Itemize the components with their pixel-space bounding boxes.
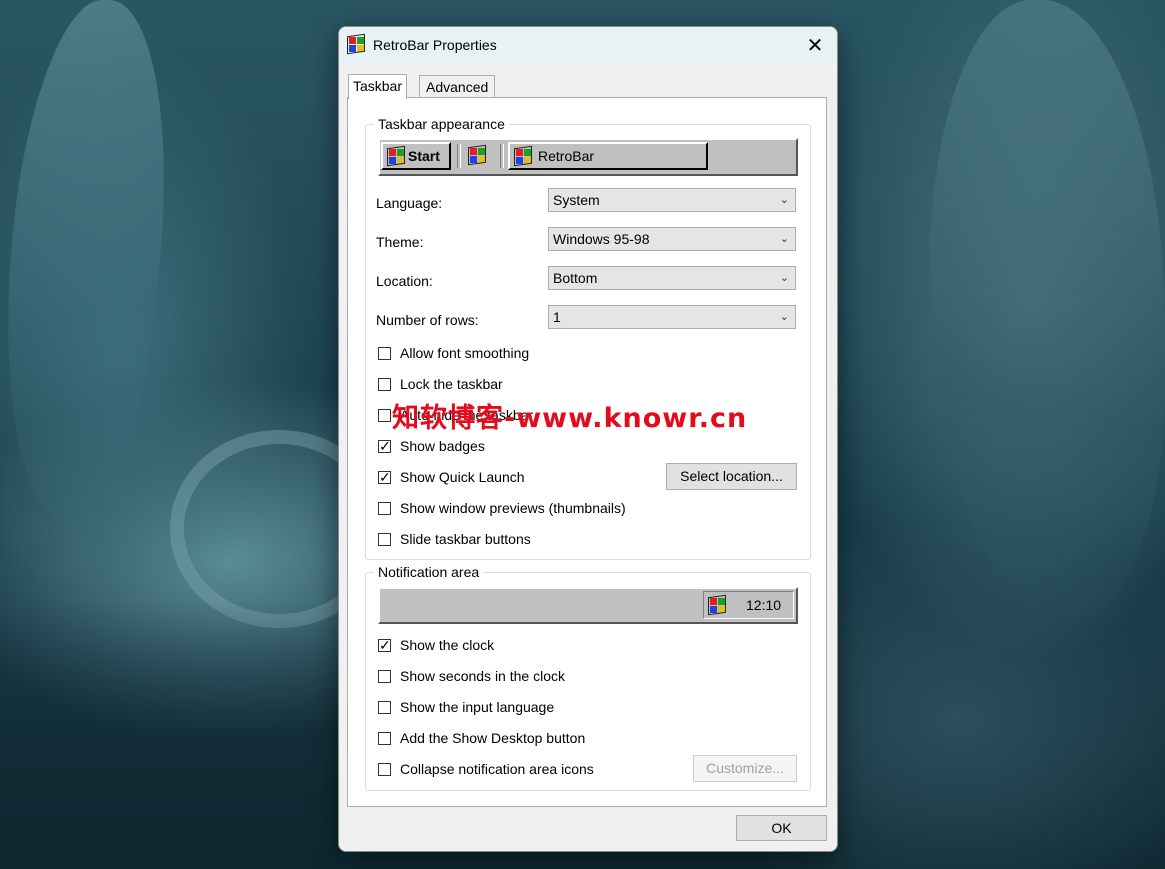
checkbox-label: Show the clock — [400, 637, 495, 653]
close-icon[interactable]: ✕ — [795, 31, 835, 59]
checkbox-label: Show seconds in the clock — [400, 668, 565, 684]
checkbox-box[interactable] — [378, 700, 391, 714]
preview-tray: 12:10 — [703, 591, 794, 619]
checkbox-input-language[interactable]: Show the input language — [378, 699, 554, 715]
checkbox-box[interactable] — [378, 669, 391, 683]
preview-task-label: RetroBar — [538, 148, 595, 164]
checkbox-box[interactable] — [378, 439, 391, 453]
checkbox-font-smoothing[interactable]: Allow font smoothing — [378, 345, 529, 361]
taskbar-appearance-group: Taskbar appearance Start RetroBar Langua… — [365, 116, 811, 560]
taskbar-appearance-label: Taskbar appearance — [374, 116, 509, 132]
chevron-down-icon: ⌄ — [779, 272, 789, 284]
chevron-down-icon: ⌄ — [779, 233, 789, 245]
preview-separator — [500, 144, 504, 168]
tray-clock: 12:10 — [746, 597, 782, 613]
wallpaper-rock-right — [930, 0, 1165, 620]
checkbox-label: Show the input language — [400, 699, 555, 715]
checkbox-label: Allow font smoothing — [400, 345, 530, 361]
tray-retrobar-icon — [708, 594, 726, 617]
theme-label: Theme: — [376, 234, 424, 250]
ok-button[interactable]: OK — [736, 815, 827, 841]
preview-start-button: Start — [381, 142, 451, 170]
checkbox-box[interactable] — [378, 762, 391, 776]
checkbox-collapse-icons[interactable]: Collapse notification area icons — [378, 761, 594, 777]
watermark-text: 知软博客-www.knowr.cn — [392, 403, 748, 434]
window-title: RetroBar Properties — [373, 37, 497, 53]
preview-separator — [457, 144, 461, 168]
title-bar[interactable]: RetroBar Properties ✕ — [339, 27, 837, 64]
theme-value: Windows 95-98 — [553, 231, 650, 247]
rows-label: Number of rows: — [376, 312, 479, 328]
taskbar-preview: Start RetroBar — [378, 138, 798, 176]
wallpaper-rock-left — [0, 0, 188, 520]
checkbox-box[interactable] — [378, 470, 391, 484]
checkbox-box[interactable] — [378, 501, 391, 515]
language-label: Language: — [376, 195, 443, 211]
checkbox-show-clock[interactable]: Show the clock — [378, 637, 494, 653]
tab-panel-taskbar: Taskbar appearance Start RetroBar Langua… — [347, 97, 827, 807]
checkbox-label: Lock the taskbar — [400, 376, 503, 392]
checkbox-label: Show badges — [400, 438, 485, 454]
checkbox-label: Show window previews (thumbnails) — [400, 500, 626, 516]
theme-select[interactable]: Windows 95-98 ⌄ — [548, 227, 796, 251]
chevron-down-icon: ⌄ — [779, 311, 789, 323]
checkbox-label: Slide taskbar buttons — [400, 531, 531, 547]
checkbox-slide-buttons[interactable]: Slide taskbar buttons — [378, 531, 531, 547]
checkbox-box[interactable] — [378, 346, 391, 360]
language-value: System — [553, 192, 600, 208]
retrobar-app-icon — [347, 33, 367, 55]
checkbox-box[interactable] — [378, 532, 391, 546]
checkbox-label: Collapse notification area icons — [400, 761, 594, 777]
rows-select[interactable]: 1 ⌄ — [548, 305, 796, 329]
checkbox-lock-taskbar[interactable]: Lock the taskbar — [378, 376, 503, 392]
retrobar-task-icon — [514, 145, 532, 167]
location-select[interactable]: Bottom ⌄ — [548, 266, 796, 290]
preview-task-button: RetroBar — [508, 142, 708, 170]
language-select[interactable]: System ⌄ — [548, 188, 796, 212]
preview-start-label: Start — [408, 148, 440, 164]
notification-area-group: Notification area 12:10 Show the clock S… — [365, 564, 811, 791]
notification-preview: 12:10 — [378, 587, 798, 624]
tab-taskbar[interactable]: Taskbar — [348, 74, 407, 99]
wallpaper-shadow — [0, 600, 340, 869]
location-value: Bottom — [553, 270, 598, 286]
checkbox-quick-launch[interactable]: Show Quick Launch — [378, 469, 525, 485]
windows-logo-icon — [387, 145, 405, 167]
checkbox-show-seconds[interactable]: Show seconds in the clock — [378, 668, 565, 684]
checkbox-box[interactable] — [378, 377, 391, 391]
notification-area-label: Notification area — [374, 564, 484, 580]
rows-value: 1 — [553, 309, 561, 325]
chevron-down-icon: ⌄ — [779, 194, 789, 206]
checkbox-box[interactable] — [378, 638, 391, 652]
checkbox-box[interactable] — [378, 408, 391, 422]
checkbox-label: Add the Show Desktop button — [400, 730, 586, 746]
customize-button[interactable]: Customize... — [693, 755, 797, 782]
tab-advanced[interactable]: Advanced — [419, 75, 496, 99]
checkbox-window-previews[interactable]: Show window previews (thumbnails) — [378, 500, 626, 516]
location-label: Location: — [376, 273, 433, 289]
checkbox-show-badges[interactable]: Show badges — [378, 438, 485, 454]
checkbox-box[interactable] — [378, 731, 391, 745]
quick-launch-icon — [468, 144, 486, 167]
checkbox-show-desktop[interactable]: Add the Show Desktop button — [378, 730, 585, 746]
properties-dialog: RetroBar Properties ✕ Taskbar Advanced T… — [338, 26, 838, 852]
checkbox-label: Show Quick Launch — [400, 469, 525, 485]
select-location-button[interactable]: Select location... — [666, 463, 797, 490]
